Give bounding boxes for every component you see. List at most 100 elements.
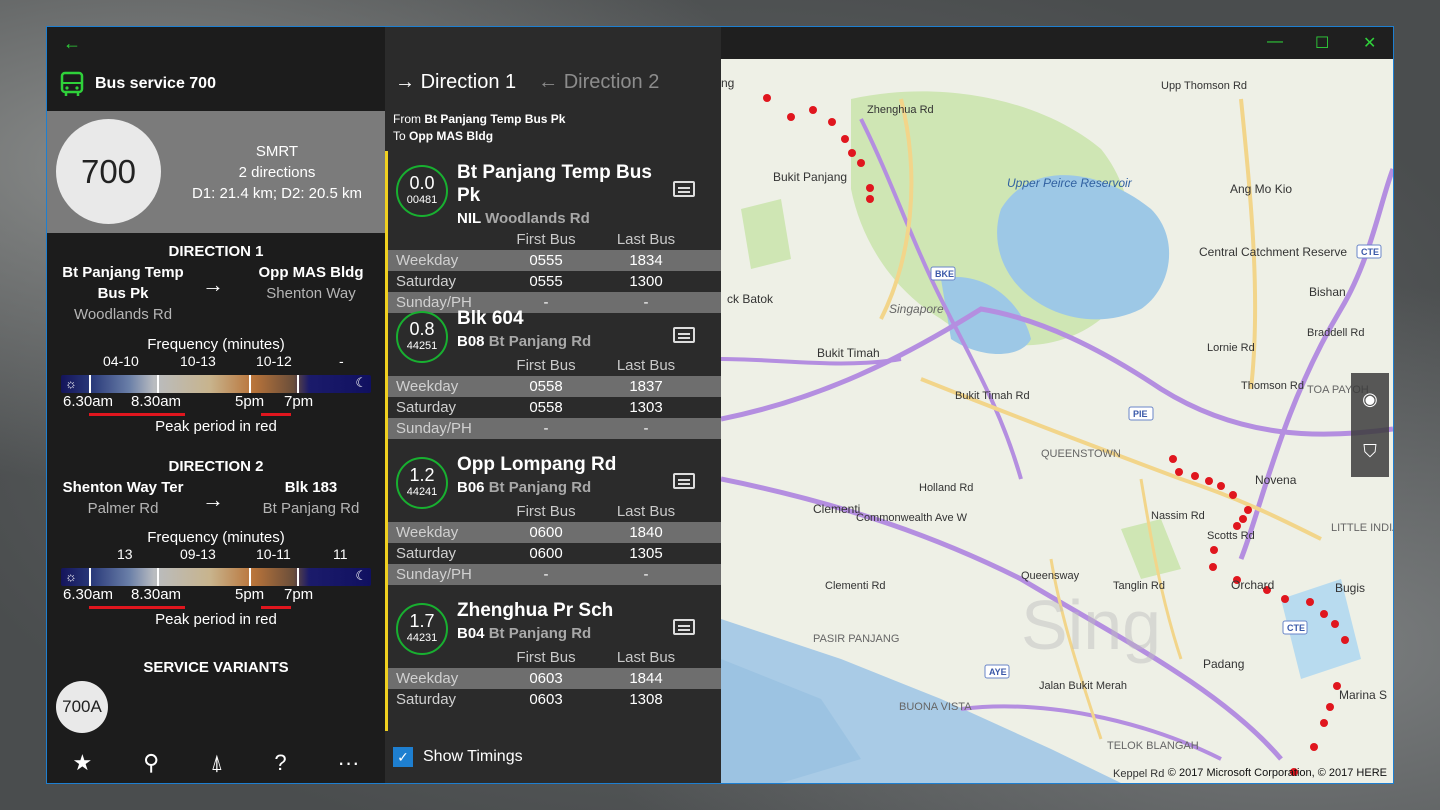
map-label: Keppel Rd xyxy=(1113,768,1164,780)
frequency-value: 13 xyxy=(117,546,133,562)
map-label: Clementi Rd xyxy=(825,580,886,592)
map-controls: ◉ ⛉ xyxy=(1351,373,1389,477)
time-label: 7pm xyxy=(284,586,314,603)
map-watermark: Sing xyxy=(1021,586,1161,664)
map-label: LITTLE INDIA xyxy=(1331,522,1393,534)
frequency-value: 10-13 xyxy=(180,353,216,369)
directions-count: 2 directions xyxy=(238,164,316,181)
route-map[interactable]: Bukit Panjang Upper Peirce Reservoir Ang… xyxy=(721,59,1393,783)
map-label: Bukit Panjang xyxy=(773,170,847,184)
peak-underline xyxy=(261,413,291,416)
map-canvas: Bukit Panjang Upper Peirce Reservoir Ang… xyxy=(721,76,1393,783)
more-options-icon[interactable]: ··· xyxy=(338,750,360,776)
minimize-button[interactable]: — xyxy=(1267,33,1283,51)
stop-name: Bt Panjang Temp Bus Pk xyxy=(457,162,652,206)
arrival-board-icon[interactable] xyxy=(673,181,695,197)
route-to: Opp MAS Bldg xyxy=(409,129,494,143)
stop-name: Zhenghua Pr Sch xyxy=(457,600,614,621)
stop-distance-badge: 0.0 00481 xyxy=(396,165,448,217)
time-label: 8.30am xyxy=(131,586,182,603)
map-label: Clementi xyxy=(813,502,860,516)
svg-text:CTE: CTE xyxy=(1361,247,1379,257)
peak-legend: Peak period in red xyxy=(155,611,277,628)
favorite-star-icon[interactable]: ★ xyxy=(72,750,92,776)
window-titlebar: — ☐ ✕ xyxy=(721,27,1393,59)
map-label: Braddell Rd xyxy=(1307,327,1364,339)
peak-legend: Peak period in red xyxy=(155,418,277,435)
tab-direction-2[interactable]: ← Direction 2 xyxy=(538,71,659,94)
arrival-board-icon[interactable] xyxy=(673,327,695,343)
locate-icon[interactable]: ◉ xyxy=(1351,373,1389,425)
arrow-right-icon: → xyxy=(202,272,224,297)
arrival-board-icon[interactable] xyxy=(673,619,695,635)
direction-2-origin: Shenton Way Ter xyxy=(62,479,184,496)
peak-underline xyxy=(261,606,291,609)
svg-text:CTE: CTE xyxy=(1287,623,1305,633)
time-label: 6.30am xyxy=(63,393,114,410)
frequency-value: 04-10 xyxy=(103,353,139,369)
sun-icon: ☼ xyxy=(65,569,77,584)
service-number-badge: 700 xyxy=(56,119,161,224)
pin-icon[interactable]: ⚲ xyxy=(143,750,159,776)
moon-icon: ☾ xyxy=(355,568,367,583)
map-label: Bukit Timah Rd xyxy=(955,390,1030,402)
map-label: BUONA VISTA xyxy=(899,701,972,713)
streetside-icon[interactable]: ⛉ xyxy=(1351,425,1389,477)
moon-icon: ☾ xyxy=(355,375,367,390)
variant-700a-button[interactable]: 700A xyxy=(56,681,108,733)
page-title: Bus service 700 xyxy=(95,75,216,92)
map-label: Nassim Rd xyxy=(1151,510,1205,522)
direction-2-destination-road: Bt Panjang Rd xyxy=(262,500,360,517)
svg-text:AYE: AYE xyxy=(989,667,1007,677)
direction-1-origin-line2: Bus Pk xyxy=(97,285,149,302)
operator-label: SMRT xyxy=(255,143,299,160)
tab-direction-1[interactable]: → Direction 1 xyxy=(395,71,516,94)
stop-name: Blk 604 xyxy=(457,308,524,329)
frequency-value: 10-11 xyxy=(256,546,291,562)
map-label: Padang xyxy=(1203,657,1244,671)
time-label: 5pm xyxy=(235,393,265,410)
direction-2-section: DIRECTION 2 Shenton Way Ter Palmer Rd → … xyxy=(47,458,385,628)
direction-1-origin-line1: Bt Panjang Temp xyxy=(62,264,184,281)
navigate-icon[interactable]: ⍋ xyxy=(210,750,223,776)
frequency-timeline-bar: ☼ ☾ xyxy=(61,375,371,393)
map-label: Novena xyxy=(1255,473,1297,487)
stops-pane: → Direction 1 ← Direction 2 From Bt Panj… xyxy=(385,27,721,783)
map-label: ck Batok xyxy=(727,292,774,306)
list-item[interactable]: 1.2 44241 Opp Lompang Rd B06 Bt Panjang … xyxy=(385,443,721,589)
help-icon[interactable]: ? xyxy=(274,750,286,776)
map-label: Ang Mo Kio xyxy=(1230,182,1292,196)
timetable: First Bus Last Bus Weekday 0603 1844 Saturd… xyxy=(388,647,721,710)
maximize-button[interactable]: ☐ xyxy=(1315,33,1329,53)
map-label: ng xyxy=(721,76,734,90)
show-timings-toggle[interactable]: ✓ Show Timings xyxy=(393,747,523,767)
arrival-board-icon[interactable] xyxy=(673,473,695,489)
direction-tabs: → Direction 1 ← Direction 2 xyxy=(395,71,659,94)
frequency-value: 09-13 xyxy=(180,546,216,562)
direction-1-destination-road: Shenton Way xyxy=(266,285,356,302)
map-label: Commonwealth Ave W xyxy=(856,512,968,524)
direction-1-section: DIRECTION 1 Bt Panjang Temp Bus Pk Woodl… xyxy=(47,243,385,435)
close-button[interactable]: ✕ xyxy=(1363,33,1376,53)
list-item[interactable]: 0.0 00481 Bt Panjang Temp Bus Pk NIL Woo… xyxy=(385,151,721,313)
svg-text:PIE: PIE xyxy=(1133,409,1148,419)
map-label: Queensway xyxy=(1021,570,1080,582)
map-label: Bugis xyxy=(1335,581,1365,595)
map-label: Scotts Rd xyxy=(1207,530,1255,542)
stops-list: 0.0 00481 Bt Panjang Temp Bus Pk NIL Woo… xyxy=(385,151,721,731)
map-label: PASIR PANJANG xyxy=(813,633,899,645)
show-timings-label: Show Timings xyxy=(423,748,523,765)
service-header: Bus service 700 xyxy=(59,71,216,97)
frequency-timeline-bar: ☼ ☾ xyxy=(61,568,371,586)
arrow-right-icon: → xyxy=(202,487,224,512)
list-item[interactable]: 0.8 44251 Blk 604 B08 Bt Panjang Rd Firs… xyxy=(385,297,721,443)
frequency-value: 10-12 xyxy=(256,353,292,369)
list-item[interactable]: 1.7 44231 Zhenghua Pr Sch B04 Bt Panjang… xyxy=(385,589,721,731)
back-button[interactable]: ← xyxy=(63,33,81,54)
timetable: First Bus Last Bus Weekday 0600 1840 Saturd… xyxy=(388,501,721,585)
frequency-title: Frequency (minutes) xyxy=(147,336,285,353)
map-label: Bukit Timah xyxy=(817,346,880,360)
direction-2-origin-road: Palmer Rd xyxy=(87,500,159,517)
sun-icon: ☼ xyxy=(65,376,77,391)
checkmark-icon[interactable]: ✓ xyxy=(393,747,413,767)
